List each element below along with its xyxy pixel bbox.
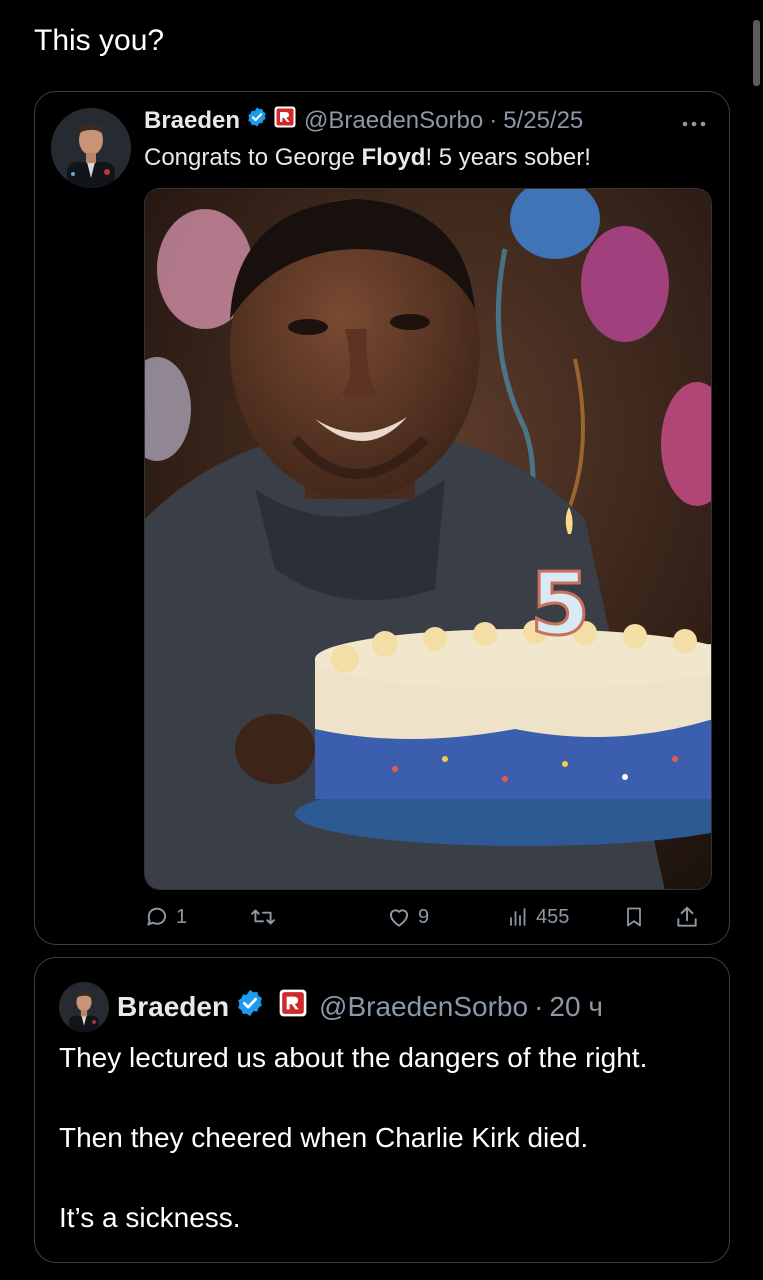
like-count: 9: [418, 905, 430, 928]
quoted-tweet-text: Congrats to George Floyd! 5 years sober!: [144, 144, 591, 172]
avatar[interactable]: [59, 982, 109, 1032]
avatar[interactable]: [51, 108, 131, 188]
main-author-row: Braeden @BraedenSorbo · 20 ч: [117, 988, 603, 1025]
tweet-text-suffix: ! 5 years sober!: [425, 144, 591, 171]
reply-icon: [147, 907, 167, 926]
like-button[interactable]: 9: [386, 904, 429, 930]
affiliate-badge-icon: [279, 989, 307, 1024]
verified-badge-icon: [246, 106, 268, 135]
tweet-actions-bar: 1 9 455: [144, 904, 712, 936]
author-name[interactable]: Braeden: [144, 107, 240, 135]
affiliate-badge-icon: [274, 106, 296, 135]
views-chart-icon: [510, 908, 526, 926]
tweet-text-line: It’s a sickness.: [59, 1202, 241, 1233]
heart-icon: [389, 909, 409, 927]
tweet-text-prefix: Congrats to George: [144, 144, 362, 171]
scrollbar[interactable]: [753, 20, 760, 86]
retweet-icon: [251, 909, 275, 925]
retweet-button[interactable]: [248, 904, 284, 930]
share-icon: [677, 906, 697, 927]
author-name[interactable]: Braeden: [117, 991, 229, 1023]
header-caption: This you?: [34, 24, 165, 57]
more-horizontal-icon[interactable]: [681, 108, 707, 134]
quoted-author-row: Braeden @BraedenSorbo · 5/25/25: [144, 106, 583, 135]
reply-count: 1: [176, 905, 188, 928]
bookmark-icon: [627, 907, 641, 927]
verified-badge-icon: [235, 988, 265, 1025]
views-button[interactable]: 455: [506, 904, 569, 930]
tweet-date[interactable]: 5/25/25: [503, 107, 583, 135]
tweet-text-line: They lectured us about the dangers of th…: [59, 1042, 648, 1073]
author-handle[interactable]: @BraedenSorbo: [304, 107, 483, 135]
quoted-tweet-card[interactable]: Braeden @BraedenSorbo · 5/25/25 Congrats…: [34, 91, 730, 945]
main-tweet-card[interactable]: Braeden @BraedenSorbo · 20 ч They lectur…: [34, 957, 730, 1263]
tweet-text-bold: Floyd: [361, 144, 426, 171]
author-handle[interactable]: @BraedenSorbo: [319, 991, 528, 1023]
share-button[interactable]: [674, 904, 700, 930]
tweet-text-line: Then they cheered when Charlie Kirk died…: [59, 1122, 589, 1153]
views-count: 455: [536, 905, 570, 928]
separator-dot: ·: [534, 990, 544, 1022]
reply-button[interactable]: 1: [144, 904, 187, 930]
candle-number: 5: [530, 555, 590, 655]
tweet-time[interactable]: 20 ч: [549, 991, 603, 1023]
separator-dot: ·: [489, 106, 498, 134]
bookmark-button[interactable]: [622, 904, 646, 930]
tweet-media-image[interactable]: 5: [144, 188, 712, 890]
